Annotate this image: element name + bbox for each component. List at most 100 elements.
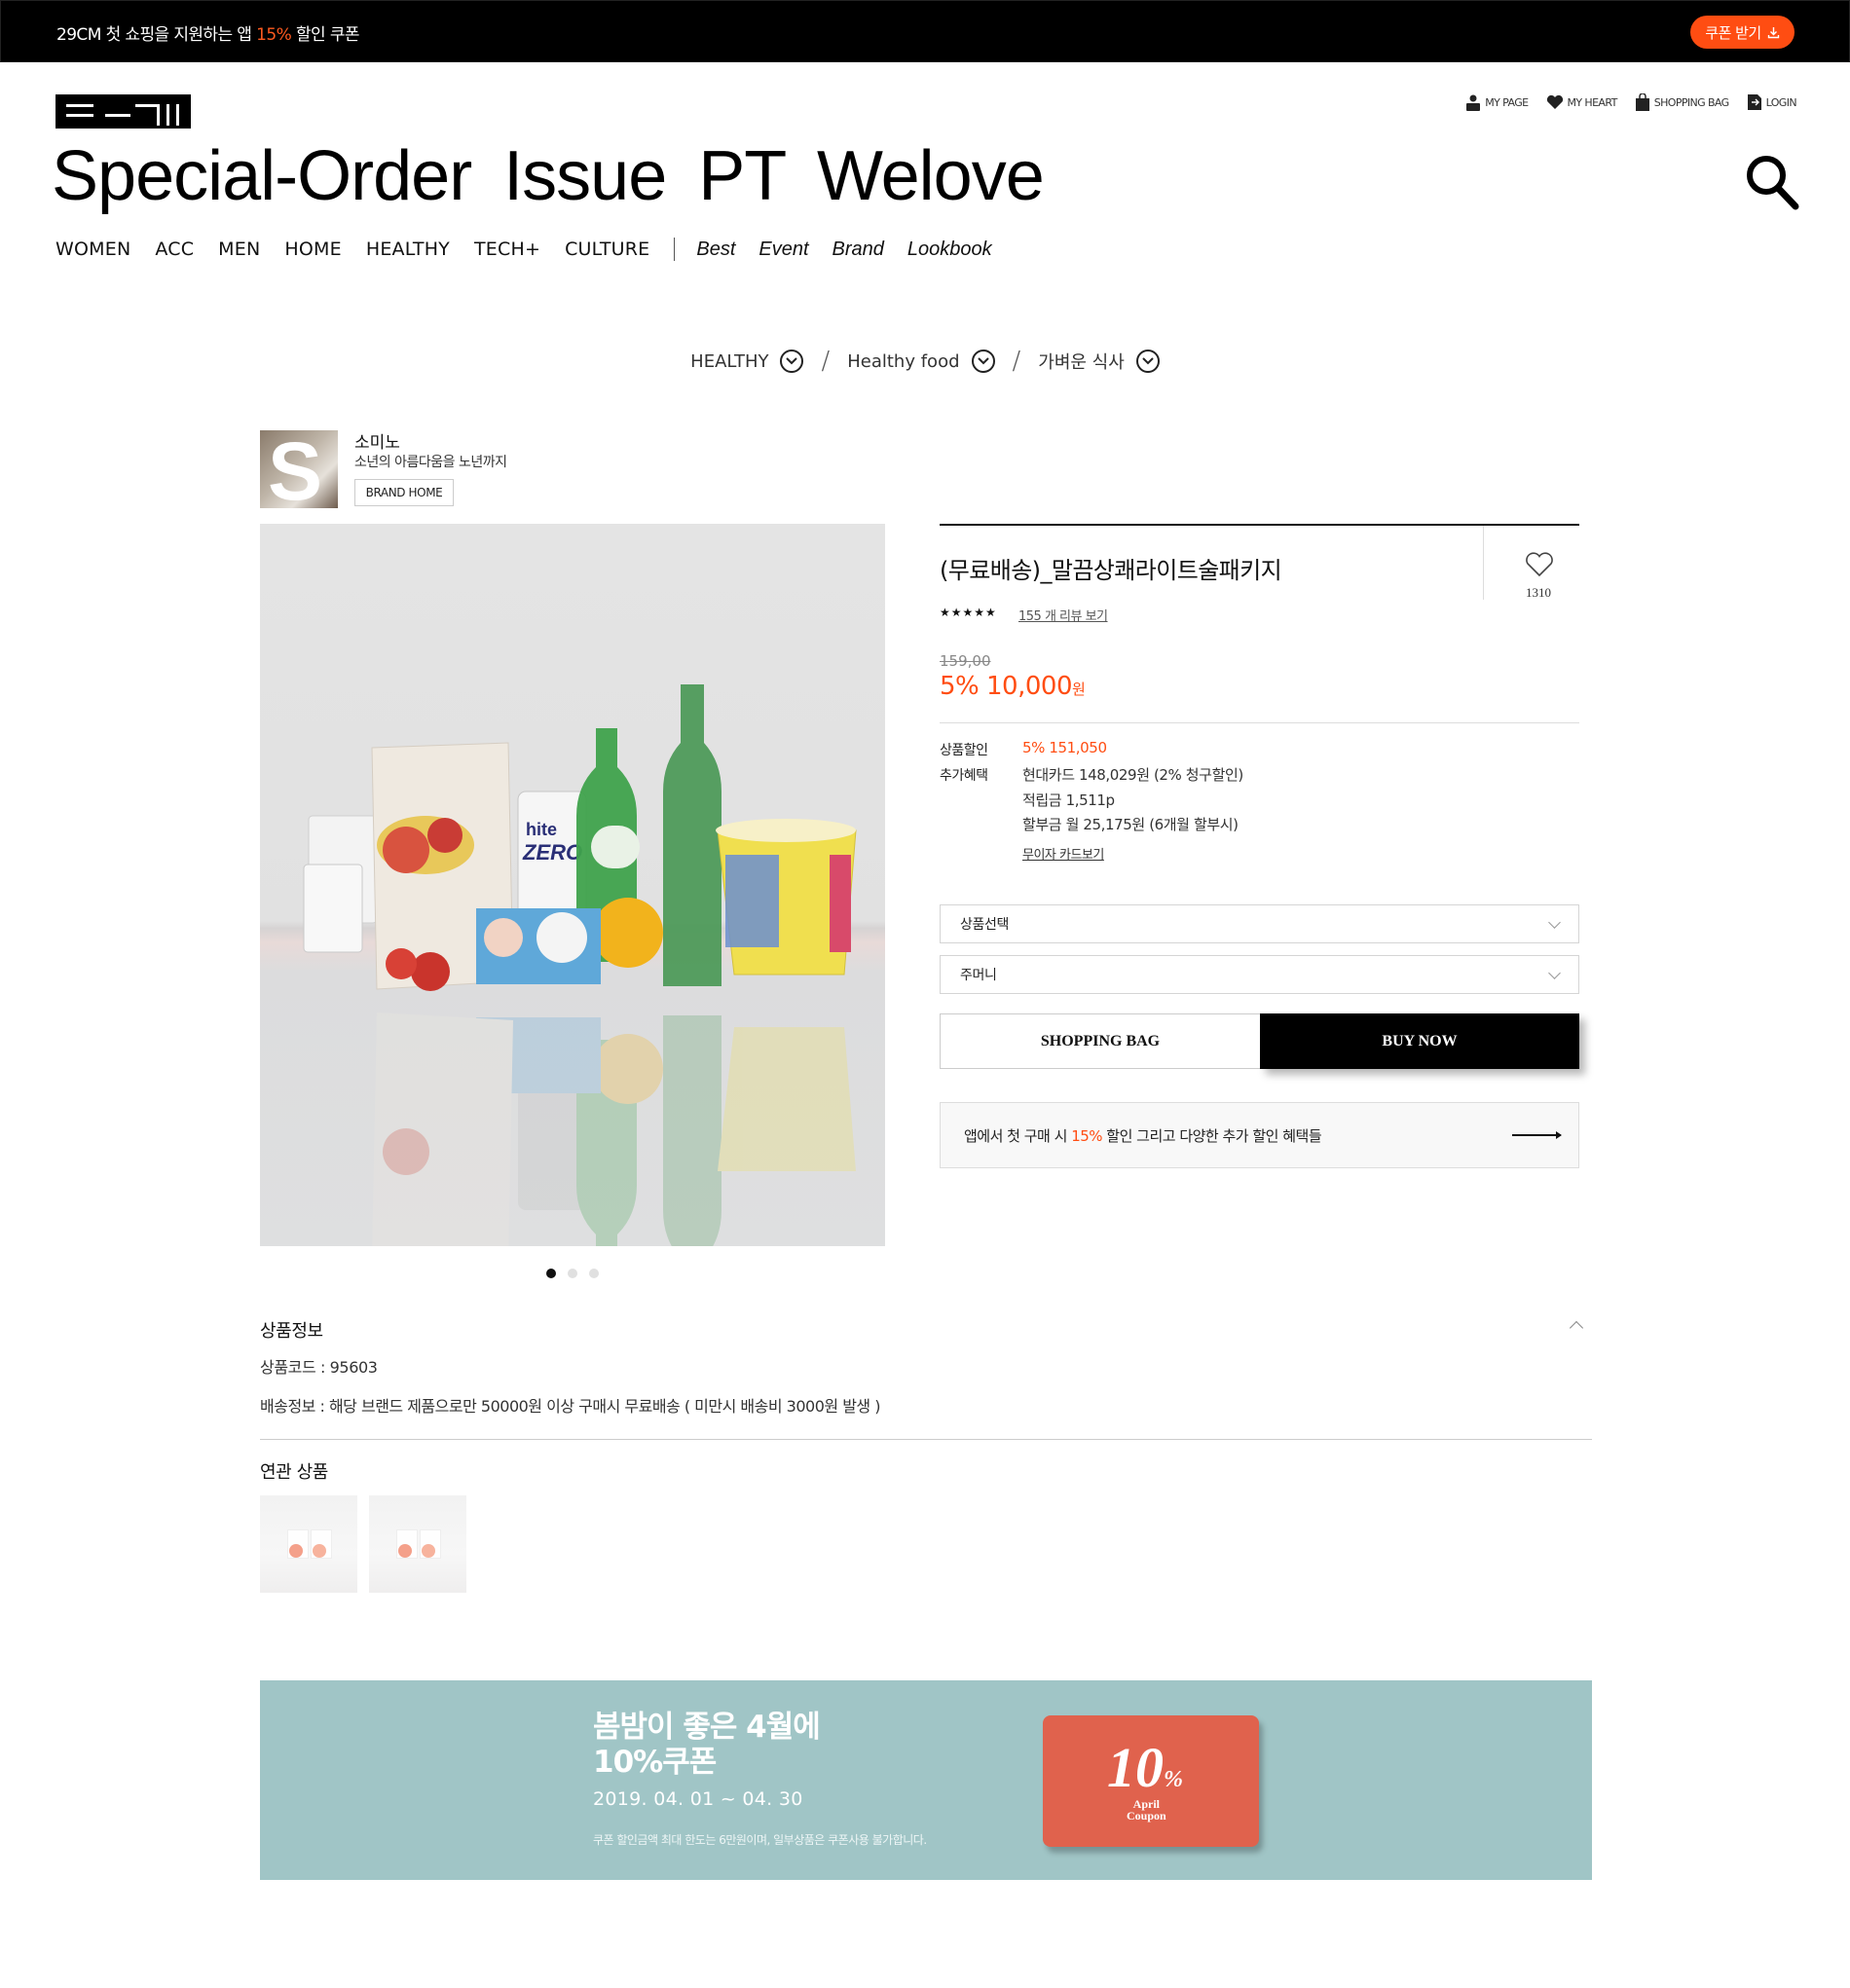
sale-price-value: 5% 10,000 [940, 672, 1073, 701]
discount-label: 상품할인 [940, 743, 988, 758]
app-banner-highlight: 15% [1071, 1126, 1103, 1145]
nav-men[interactable]: MEN [218, 239, 260, 260]
login-icon [1747, 94, 1761, 110]
util-shopping-bag-label: SHOPPING BAG [1653, 95, 1729, 109]
nav-brand[interactable]: Brand [832, 239, 884, 261]
related-products-title: 연관 상품 [260, 1462, 328, 1483]
get-coupon-button[interactable]: 쿠폰 받기 [1690, 16, 1794, 49]
page-title: Special-Order Issue PT Welove [52, 137, 1045, 215]
buy-now-button[interactable]: BUY NOW [1260, 1013, 1579, 1069]
nav-tech[interactable]: TECH+ [474, 239, 540, 260]
chevron-up-icon[interactable] [1569, 1320, 1584, 1336]
util-myheart[interactable]: MY HEART [1546, 94, 1617, 110]
search-icon[interactable] [1745, 154, 1799, 210]
coupon-card-image: 10% April Coupon [1043, 1715, 1259, 1847]
product-option-label: 상품선택 [960, 917, 1009, 933]
get-coupon-label: 쿠폰 받기 [1705, 23, 1761, 42]
shopping-bag-button[interactable]: SHOPPING BAG [940, 1013, 1261, 1069]
chevron-down-icon [1548, 916, 1561, 929]
related-product-thumb[interactable] [369, 1495, 466, 1593]
brand-logo-letter: S [268, 430, 323, 508]
product-info-title: 상품정보 [260, 1321, 323, 1342]
breadcrumb: HEALTHY / Healthy food / 가벼운 식사 [0, 347, 1850, 376]
heart-icon[interactable] [1525, 551, 1554, 578]
shipping-info: 배송정보 : 해당 브랜드 제품으로만 50000원 이상 구매시 무료배송 (… [260, 1397, 880, 1416]
nav-women[interactable]: WOMEN [56, 239, 130, 260]
product-photo: hite ZERO [303, 684, 857, 1246]
brand-slogan: 소년의 아름다움을 노년까지 [354, 455, 507, 470]
nav-culture[interactable]: CULTURE [565, 239, 649, 260]
april-coupon-banner[interactable] [260, 1680, 1592, 1880]
nav-lookbook[interactable]: Lookbook [907, 239, 992, 261]
heart-count: 1310 [1526, 585, 1551, 600]
benefit-installment: 할부금 월 25,175원 (6개월 할부시) [1022, 816, 1239, 833]
app-banner-prefix: 앱에서 첫 구매 시 [964, 1126, 1072, 1145]
topbar-message: 29CM 첫 쇼핑을 지원하는 앱 15% 할인 쿠폰 [56, 20, 360, 45]
product-option-select[interactable]: 상품선택 [940, 904, 1579, 943]
nav-acc[interactable]: ACC [155, 239, 194, 260]
topbar-message-highlight: 15% [256, 25, 292, 45]
coupon-percent: % [1164, 1767, 1183, 1792]
sale-price-unit: 원 [1072, 681, 1086, 698]
download-icon [1767, 26, 1779, 38]
benefit-label: 추가혜택 [940, 768, 988, 784]
brand-home-button[interactable]: BRAND HOME [354, 479, 454, 506]
heart-divider [1483, 526, 1484, 600]
pagination-dot[interactable] [568, 1269, 577, 1278]
product-title: (무료배송)_말끔상쾌라이트술패키지 [940, 557, 1282, 584]
person-icon [1466, 94, 1481, 111]
chevron-down-icon [1548, 967, 1561, 979]
coupon-number: 10 [1107, 1736, 1164, 1799]
sale-price: 5% 10,000원 [940, 672, 1086, 701]
nav-best[interactable]: Best [696, 239, 735, 261]
pagination-dot[interactable] [589, 1269, 599, 1278]
app-banner-text: 앱에서 첫 구매 시 15% 할인 그리고 다양한 추가 할인 혜택들 [964, 1125, 1322, 1146]
topbar-message-prefix: 29CM 첫 쇼핑을 지원하는 앱 [56, 25, 257, 45]
original-price: 159,00 [940, 652, 991, 670]
arrow-right-icon [1512, 1131, 1562, 1139]
svg-text:ZERO: ZERO [522, 840, 582, 865]
svg-text:hite: hite [526, 820, 557, 839]
util-login[interactable]: LOGIN [1747, 93, 1797, 111]
nav-divider [674, 238, 676, 261]
breadcrumb-separator: / [821, 347, 831, 376]
review-link[interactable]: 155 개 리뷰 보기 [1018, 606, 1108, 624]
app-discount-banner[interactable]: 앱에서 첫 구매 시 15% 할인 그리고 다양한 추가 할인 혜택들 [940, 1102, 1579, 1168]
util-myheart-label: MY HEART [1567, 95, 1618, 109]
topbar-message-suffix: 할인 쿠폰 [291, 25, 360, 45]
breadcrumb-item-2[interactable]: Healthy food [847, 351, 959, 372]
related-product-thumb[interactable] [260, 1495, 357, 1593]
chevron-down-icon[interactable] [780, 350, 804, 373]
coupon-subtitle: April Coupon [1127, 1798, 1166, 1822]
benefit-points: 적립금 1,511p [1022, 792, 1115, 809]
nav-home[interactable]: HOME [284, 239, 341, 260]
brand-logo-image[interactable]: S [260, 430, 338, 508]
breadcrumb-item-3[interactable]: 가벼운 식사 [1038, 349, 1125, 374]
util-shopping-bag[interactable]: SHOPPING BAG [1635, 93, 1729, 111]
pouch-option-label: 주머니 [960, 968, 997, 983]
card-benefit-link[interactable]: 무이자 카드보기 [1022, 844, 1104, 863]
utility-nav: MY PAGE MY HEART SHOPPING BAG LOGIN [1465, 93, 1797, 111]
app-banner-suffix: 할인 그리고 다양한 추가 할인 혜택들 [1102, 1126, 1322, 1145]
bag-icon [1635, 93, 1649, 111]
nav-event[interactable]: Event [758, 239, 808, 261]
price-divider [940, 722, 1579, 723]
nav-healthy[interactable]: HEALTHY [366, 239, 450, 260]
product-image[interactable]: hite ZERO [260, 524, 885, 1246]
heart-icon [1546, 94, 1563, 109]
util-mypage[interactable]: MY PAGE [1465, 93, 1529, 111]
util-login-label: LOGIN [1765, 95, 1797, 109]
coupon-subtitle-2: Coupon [1127, 1809, 1166, 1822]
brand-name[interactable]: 소미노 [354, 428, 400, 453]
main-nav: WOMEN ACC MEN HOME HEALTHY TECH+ CULTURE… [56, 238, 1016, 261]
promo-headline-line-1: 봄밤이 좋은 4월에 [593, 1710, 821, 1745]
pagination-dot[interactable] [546, 1269, 556, 1278]
promo-headline-line-2: 10%쿠폰 [593, 1745, 717, 1780]
chevron-down-icon[interactable] [1135, 350, 1160, 373]
site-logo[interactable] [56, 94, 191, 129]
image-pagination [546, 1269, 599, 1278]
chevron-down-icon[interactable] [971, 350, 995, 373]
breadcrumb-item-1[interactable]: HEALTHY [690, 351, 768, 372]
rating-stars: ★★★★★ [940, 606, 997, 619]
pouch-option-select[interactable]: 주머니 [940, 955, 1579, 994]
